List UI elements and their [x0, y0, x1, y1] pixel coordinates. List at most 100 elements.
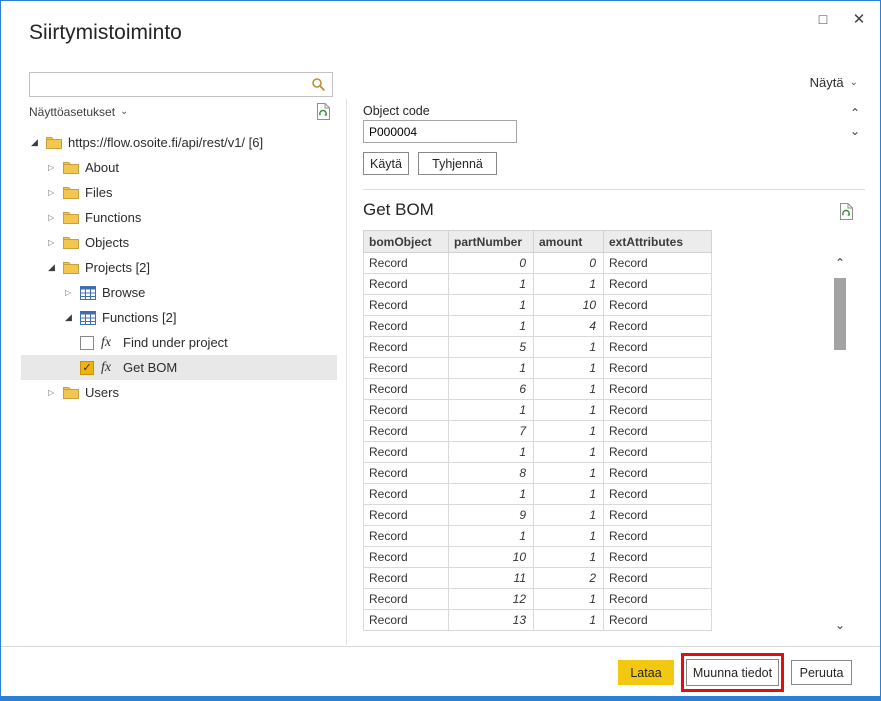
scrollbar-thumb[interactable] [834, 278, 846, 350]
table-cell: Record [364, 547, 449, 568]
collapse-expander-icon[interactable]: ◢ [63, 312, 80, 323]
refresh-icon[interactable] [836, 201, 856, 221]
apply-button[interactable]: Käytä [363, 152, 409, 175]
scroll-down-icon[interactable]: ⌄ [831, 616, 849, 634]
tree-item-files[interactable]: ▷Files [21, 180, 337, 205]
tree-item-label: Objects [85, 235, 129, 250]
window-accent-strip [1, 696, 880, 700]
expand-expander-icon[interactable]: ▷ [46, 238, 63, 247]
search-input[interactable] [30, 73, 304, 96]
table-row: Record14Record [364, 316, 712, 337]
expand-expander-icon[interactable]: ▷ [63, 288, 80, 297]
table-cell: 1 [449, 526, 534, 547]
close-icon: ✕ [853, 10, 866, 28]
load-button[interactable]: Lataa [618, 660, 674, 685]
tree-item-users[interactable]: ▷Users [21, 380, 337, 405]
table-cell: 1 [534, 337, 604, 358]
preview-table: bomObjectpartNumberamountextAttributes R… [363, 230, 712, 631]
search-icon[interactable] [304, 77, 332, 92]
tree-item-projects-2[interactable]: ◢Projects [2] [21, 255, 337, 280]
table-cell: 1 [534, 610, 604, 631]
table-cell: Record [364, 274, 449, 295]
tree-item-functions[interactable]: ▷Functions [21, 205, 337, 230]
section-divider [363, 189, 865, 190]
collapse-expander-icon[interactable]: ◢ [46, 262, 63, 273]
tree-item-get-bom[interactable]: ✓fxGet BOM [21, 355, 337, 380]
scroll-down-icon[interactable]: ⌄ [846, 122, 864, 140]
checkbox-unchecked[interactable] [80, 336, 94, 350]
table-cell: 1 [449, 400, 534, 421]
clear-button[interactable]: Tyhjennä [418, 152, 497, 175]
param-scrollbar: ⌃ ⌄ [846, 104, 864, 140]
scroll-up-icon[interactable]: ⌃ [831, 254, 849, 272]
table-cell: Record [364, 526, 449, 547]
tree-item-label: Functions [2] [102, 310, 176, 325]
maximize-button[interactable]: □ [808, 6, 838, 32]
table-header-row: bomObjectpartNumberamountextAttributes [364, 231, 712, 253]
refresh-icon[interactable] [313, 101, 333, 121]
table-cell: 1 [449, 484, 534, 505]
table-cell: Record [604, 505, 712, 526]
table-cell: 1 [534, 442, 604, 463]
table-cell: Record [604, 547, 712, 568]
cancel-button[interactable]: Peruuta [791, 660, 852, 685]
table-row: Record121Record [364, 589, 712, 610]
checkbox-checked[interactable]: ✓ [80, 361, 94, 375]
table-cell: Record [604, 484, 712, 505]
table-cell: Record [604, 610, 712, 631]
tree-item-find-under-project[interactable]: fxFind under project [21, 330, 337, 355]
table-cell: 1 [449, 274, 534, 295]
expand-expander-icon[interactable]: ▷ [46, 188, 63, 197]
view-dropdown-label: Näytä [810, 75, 844, 90]
navigator-dialog: Siirtymistoiminto □ ✕ Näyttöasetukset ⌄ … [0, 0, 881, 701]
table-row: Record91Record [364, 505, 712, 526]
object-code-input[interactable] [363, 120, 517, 143]
folder-icon [63, 386, 81, 399]
chevron-down-icon: ⌄ [120, 107, 128, 117]
view-dropdown[interactable]: Näytä ⌄ [810, 75, 858, 90]
column-header-extattributes: extAttributes [604, 231, 712, 253]
expand-expander-icon[interactable]: ▷ [46, 388, 63, 397]
table-cell: Record [604, 337, 712, 358]
expand-expander-icon[interactable]: ▷ [46, 163, 63, 172]
tree-item-functions-2[interactable]: ◢ Functions [2] [21, 305, 337, 330]
table-cell: 1 [449, 442, 534, 463]
search-box [29, 72, 333, 97]
dialog-title: Siirtymistoiminto [29, 21, 182, 45]
table-cell: 1 [534, 505, 604, 526]
table-row: Record112Record [364, 568, 712, 589]
tree-item-objects[interactable]: ▷ Objects [21, 230, 337, 255]
table-cell: Record [364, 484, 449, 505]
tree-item-label: Get BOM [123, 360, 177, 375]
maximize-icon: □ [819, 11, 827, 27]
column-header-amount: amount [534, 231, 604, 253]
display-options-dropdown[interactable]: Näyttöasetukset ⌄ [29, 105, 128, 119]
collapse-expander-icon[interactable]: ◢ [29, 137, 46, 148]
table-cell: 7 [449, 421, 534, 442]
tree-item-label: Browse [102, 285, 145, 300]
table-icon [80, 311, 98, 325]
scroll-up-icon[interactable]: ⌃ [846, 104, 864, 122]
table-cell: 8 [449, 463, 534, 484]
table-cell: Record [604, 358, 712, 379]
table-cell: 5 [449, 337, 534, 358]
table-cell: Record [604, 274, 712, 295]
table-row: Record101Record [364, 547, 712, 568]
preview-scrollbar: ⌃ ⌄ [831, 254, 849, 634]
table-row: Record00Record [364, 253, 712, 274]
tree-item-https-flow-osoite-fi-api-rest-v1-6[interactable]: ◢https://flow.osoite.fi/api/rest/v1/ [6] [21, 130, 337, 155]
table-cell: Record [604, 568, 712, 589]
table-cell: Record [364, 400, 449, 421]
table-cell: 0 [534, 253, 604, 274]
table-cell: 0 [449, 253, 534, 274]
table-cell: Record [604, 400, 712, 421]
close-button[interactable]: ✕ [844, 6, 874, 32]
transform-data-button[interactable]: Muunna tiedot [686, 659, 779, 686]
tree-item-about[interactable]: ▷About [21, 155, 337, 180]
table-cell: 10 [534, 295, 604, 316]
table-row: Record11Record [364, 274, 712, 295]
tree-item-browse[interactable]: ▷ Browse [21, 280, 337, 305]
chevron-down-icon: ⌄ [850, 78, 858, 88]
expand-expander-icon[interactable]: ▷ [46, 213, 63, 222]
table-cell: 13 [449, 610, 534, 631]
